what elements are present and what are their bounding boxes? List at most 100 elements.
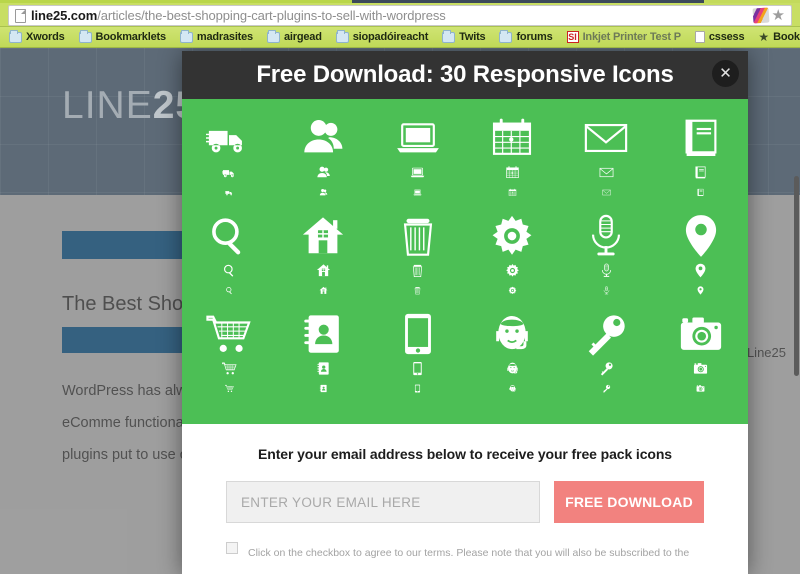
icon-preview-cell: [276, 311, 370, 407]
form-row: FREE DOWNLOAD: [226, 481, 704, 523]
close-icon[interactable]: ✕: [712, 60, 739, 87]
folder-icon: [9, 29, 22, 43]
address-book-icon: [319, 379, 328, 397]
folder-icon: [78, 29, 92, 43]
icon-preview-cell: [371, 213, 465, 309]
bookmark-label: Bookmarks: [773, 31, 800, 43]
tablet-icon: [410, 357, 425, 379]
address-bar[interactable]: line25.com/articles/the-best-shopping-ca…: [8, 5, 792, 26]
email-input[interactable]: [226, 481, 540, 523]
envelope-icon: [583, 115, 629, 161]
truck-icon: [221, 161, 237, 183]
icon-preview-cell: [654, 213, 748, 309]
gear-icon: [508, 281, 517, 299]
icon-preview-cell: [182, 115, 276, 211]
truck-icon: [206, 115, 252, 161]
users-icon: [316, 161, 331, 183]
bookmark-item[interactable]: Xwords: [2, 27, 72, 47]
icon-preview-cell: [465, 213, 559, 309]
signup-form-panel: Enter your email address below to receiv…: [182, 424, 748, 574]
bookmark-item[interactable]: ★Bookmarks: [751, 27, 800, 47]
bookmark-item[interactable]: Twits: [435, 27, 492, 47]
microphone-icon: [599, 259, 614, 281]
envelope-icon: [599, 161, 614, 183]
support-agent-icon: [505, 357, 520, 379]
modal-header: Free Download: 30 Responsive Icons ✕: [182, 51, 748, 99]
icon-preview-cell: [559, 115, 653, 211]
bookmark-label: airgead: [283, 31, 322, 43]
house-icon: [316, 259, 331, 281]
icon-grid: [182, 115, 748, 407]
bookmark-label: Inkjet Printer Test P: [582, 31, 681, 43]
magnifier-icon: [206, 213, 252, 259]
tablet-icon: [413, 379, 422, 397]
free-download-button[interactable]: FREE DOWNLOAD: [554, 481, 704, 523]
address-bar-row: line25.com/articles/the-best-shopping-ca…: [0, 3, 800, 27]
bookmark-label: Twits: [459, 31, 486, 43]
support-agent-icon: [508, 379, 517, 397]
magnifier-icon: [225, 281, 234, 299]
bookmark-item[interactable]: cssess: [688, 27, 752, 47]
calendar-icon: [508, 183, 517, 201]
browser-chrome: line25.com/articles/the-best-shopping-ca…: [0, 0, 800, 48]
laptop-icon: [410, 161, 425, 183]
page-scrollbar[interactable]: [793, 48, 800, 574]
bookmark-label: Xwords: [26, 31, 65, 43]
star-icon[interactable]: ★: [772, 8, 785, 23]
free-download-modal: Free Download: 30 Responsive Icons ✕ Ent…: [182, 51, 748, 574]
address-bar-actions: ★: [752, 7, 787, 24]
bookmark-item[interactable]: madrasites: [173, 27, 260, 47]
bookmark-label: madrasites: [196, 31, 253, 43]
bookmark-item[interactable]: forums: [492, 27, 559, 47]
si-favicon-icon: SI: [566, 31, 579, 43]
scrollbar-thumb[interactable]: [794, 176, 799, 376]
bookmark-label: siopadóireacht: [352, 31, 429, 43]
book-icon: [693, 161, 708, 183]
support-agent-icon: [489, 311, 535, 357]
shopping-cart-icon: [206, 311, 252, 357]
house-icon: [300, 213, 346, 259]
bookmark-label: forums: [516, 31, 553, 43]
trash-icon: [410, 259, 425, 281]
magnifier-icon: [222, 259, 237, 281]
icon-preview-cell: [371, 311, 465, 407]
document-icon: [694, 31, 705, 43]
modal-title: Free Download: 30 Responsive Icons: [256, 61, 674, 88]
truck-icon: [224, 183, 234, 201]
trash-icon: [413, 281, 422, 299]
bookmark-item[interactable]: airgead: [260, 27, 329, 47]
document-icon: [15, 8, 26, 23]
bookmark-item[interactable]: Bookmarklets: [72, 27, 173, 47]
book-icon: [696, 183, 705, 201]
envelope-icon: [602, 183, 611, 201]
terms-checkbox[interactable]: [226, 542, 238, 554]
camera-icon: [693, 357, 708, 379]
users-icon: [300, 115, 346, 161]
icon-preview-cell: [276, 115, 370, 211]
gear-icon: [489, 213, 535, 259]
bookmark-item[interactable]: SI Inkjet Printer Test P: [560, 27, 688, 47]
calendar-icon: [489, 115, 535, 161]
map-pin-icon: [678, 213, 724, 259]
microphone-icon: [583, 213, 629, 259]
folder-icon: [266, 29, 280, 43]
url-text: line25.com/articles/the-best-shopping-ca…: [31, 8, 446, 23]
bookmark-item[interactable]: siopadóireacht: [329, 27, 435, 47]
rainbow-pen-icon[interactable]: [752, 7, 770, 24]
gear-icon: [505, 259, 520, 281]
key-icon: [602, 379, 611, 397]
laptop-icon: [413, 183, 422, 201]
camera-icon: [678, 311, 724, 357]
icon-preview-cell: [559, 311, 653, 407]
icon-preview-panel: [182, 99, 748, 424]
icon-preview-cell: [654, 115, 748, 211]
key-icon: [583, 311, 629, 357]
map-pin-icon: [693, 259, 708, 281]
form-heading: Enter your email address below to receiv…: [258, 446, 672, 462]
address-book-icon: [300, 311, 346, 357]
terms-row: Click on the checkbox to agree to our te…: [226, 540, 704, 574]
map-pin-icon: [696, 281, 705, 299]
folder-icon: [499, 29, 513, 43]
bookmark-label: cssess: [708, 31, 745, 43]
calendar-icon: [505, 161, 520, 183]
